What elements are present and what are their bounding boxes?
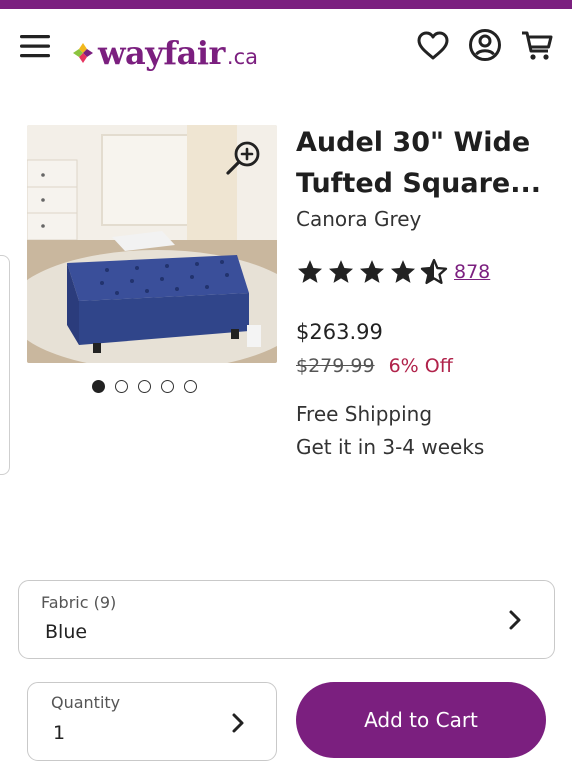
site-header: wayfair .ca: [0, 9, 572, 83]
cart-icon: [522, 31, 553, 60]
fabric-value: Blue: [45, 621, 88, 643]
favorites-button[interactable]: [414, 27, 452, 65]
quantity-selector[interactable]: Quantity 1: [27, 682, 277, 761]
star-rating: [296, 258, 448, 286]
chevron-right-icon: [232, 713, 244, 733]
zoom-button[interactable]: [222, 137, 264, 179]
top-accent-bar: [0, 0, 572, 9]
star-full-icon: [359, 260, 385, 283]
star-half-icon: [420, 258, 448, 285]
quantity-value: 1: [53, 722, 66, 744]
current-price: $263.99: [296, 320, 383, 344]
logo-mark-icon: [73, 43, 93, 63]
product-brand[interactable]: Canora Grey: [296, 204, 566, 234]
pagination-dot-5[interactable]: [184, 380, 197, 393]
pagination-dot-4[interactable]: [161, 380, 174, 393]
quantity-label: Quantity: [51, 693, 121, 712]
pagination-dot-1[interactable]: [92, 380, 105, 393]
original-price: $279.99: [296, 355, 375, 377]
pagination-dot-2[interactable]: [115, 380, 128, 393]
logo-tld: .ca: [226, 45, 258, 69]
shipping-label: Free Shipping: [296, 402, 433, 426]
product-rating[interactable]: 878: [296, 257, 566, 287]
previous-panel-edge[interactable]: [0, 255, 10, 475]
image-pagination: [92, 380, 197, 393]
account-button[interactable]: [466, 26, 504, 64]
pagination-dot-3[interactable]: [138, 380, 151, 393]
fabric-selector[interactable]: Fabric (9) Blue: [18, 580, 555, 659]
delivery-estimate: Get it in 3-4 weeks: [296, 435, 485, 459]
discount-badge: 6% Off: [388, 355, 453, 377]
star-full-icon: [297, 260, 323, 283]
product-title: Audel 30" Wide Tufted Square...: [296, 127, 541, 199]
menu-button[interactable]: [16, 27, 54, 65]
star-full-icon: [390, 260, 416, 283]
logo-wordmark: wayfair: [98, 34, 225, 72]
shipping-info: Free Shipping Get it in 3-4 weeks: [296, 398, 566, 464]
cart-button[interactable]: [518, 27, 556, 65]
add-to-cart-button[interactable]: Add to Cart: [296, 682, 546, 758]
zoom-in-icon: [226, 141, 260, 175]
account-icon: [469, 29, 501, 61]
review-count-link[interactable]: 878: [454, 261, 490, 283]
heart-icon: [417, 31, 449, 60]
star-full-icon: [328, 260, 354, 283]
menu-icon: [20, 35, 50, 58]
price-comparison: $279.99 6% Off: [296, 352, 566, 380]
product-info: Audel 30" Wide Tufted Square... Canora G…: [296, 122, 566, 464]
fabric-label: Fabric (9): [41, 593, 117, 612]
wayfair-logo[interactable]: wayfair .ca: [70, 33, 258, 73]
chevron-right-icon: [509, 610, 521, 630]
